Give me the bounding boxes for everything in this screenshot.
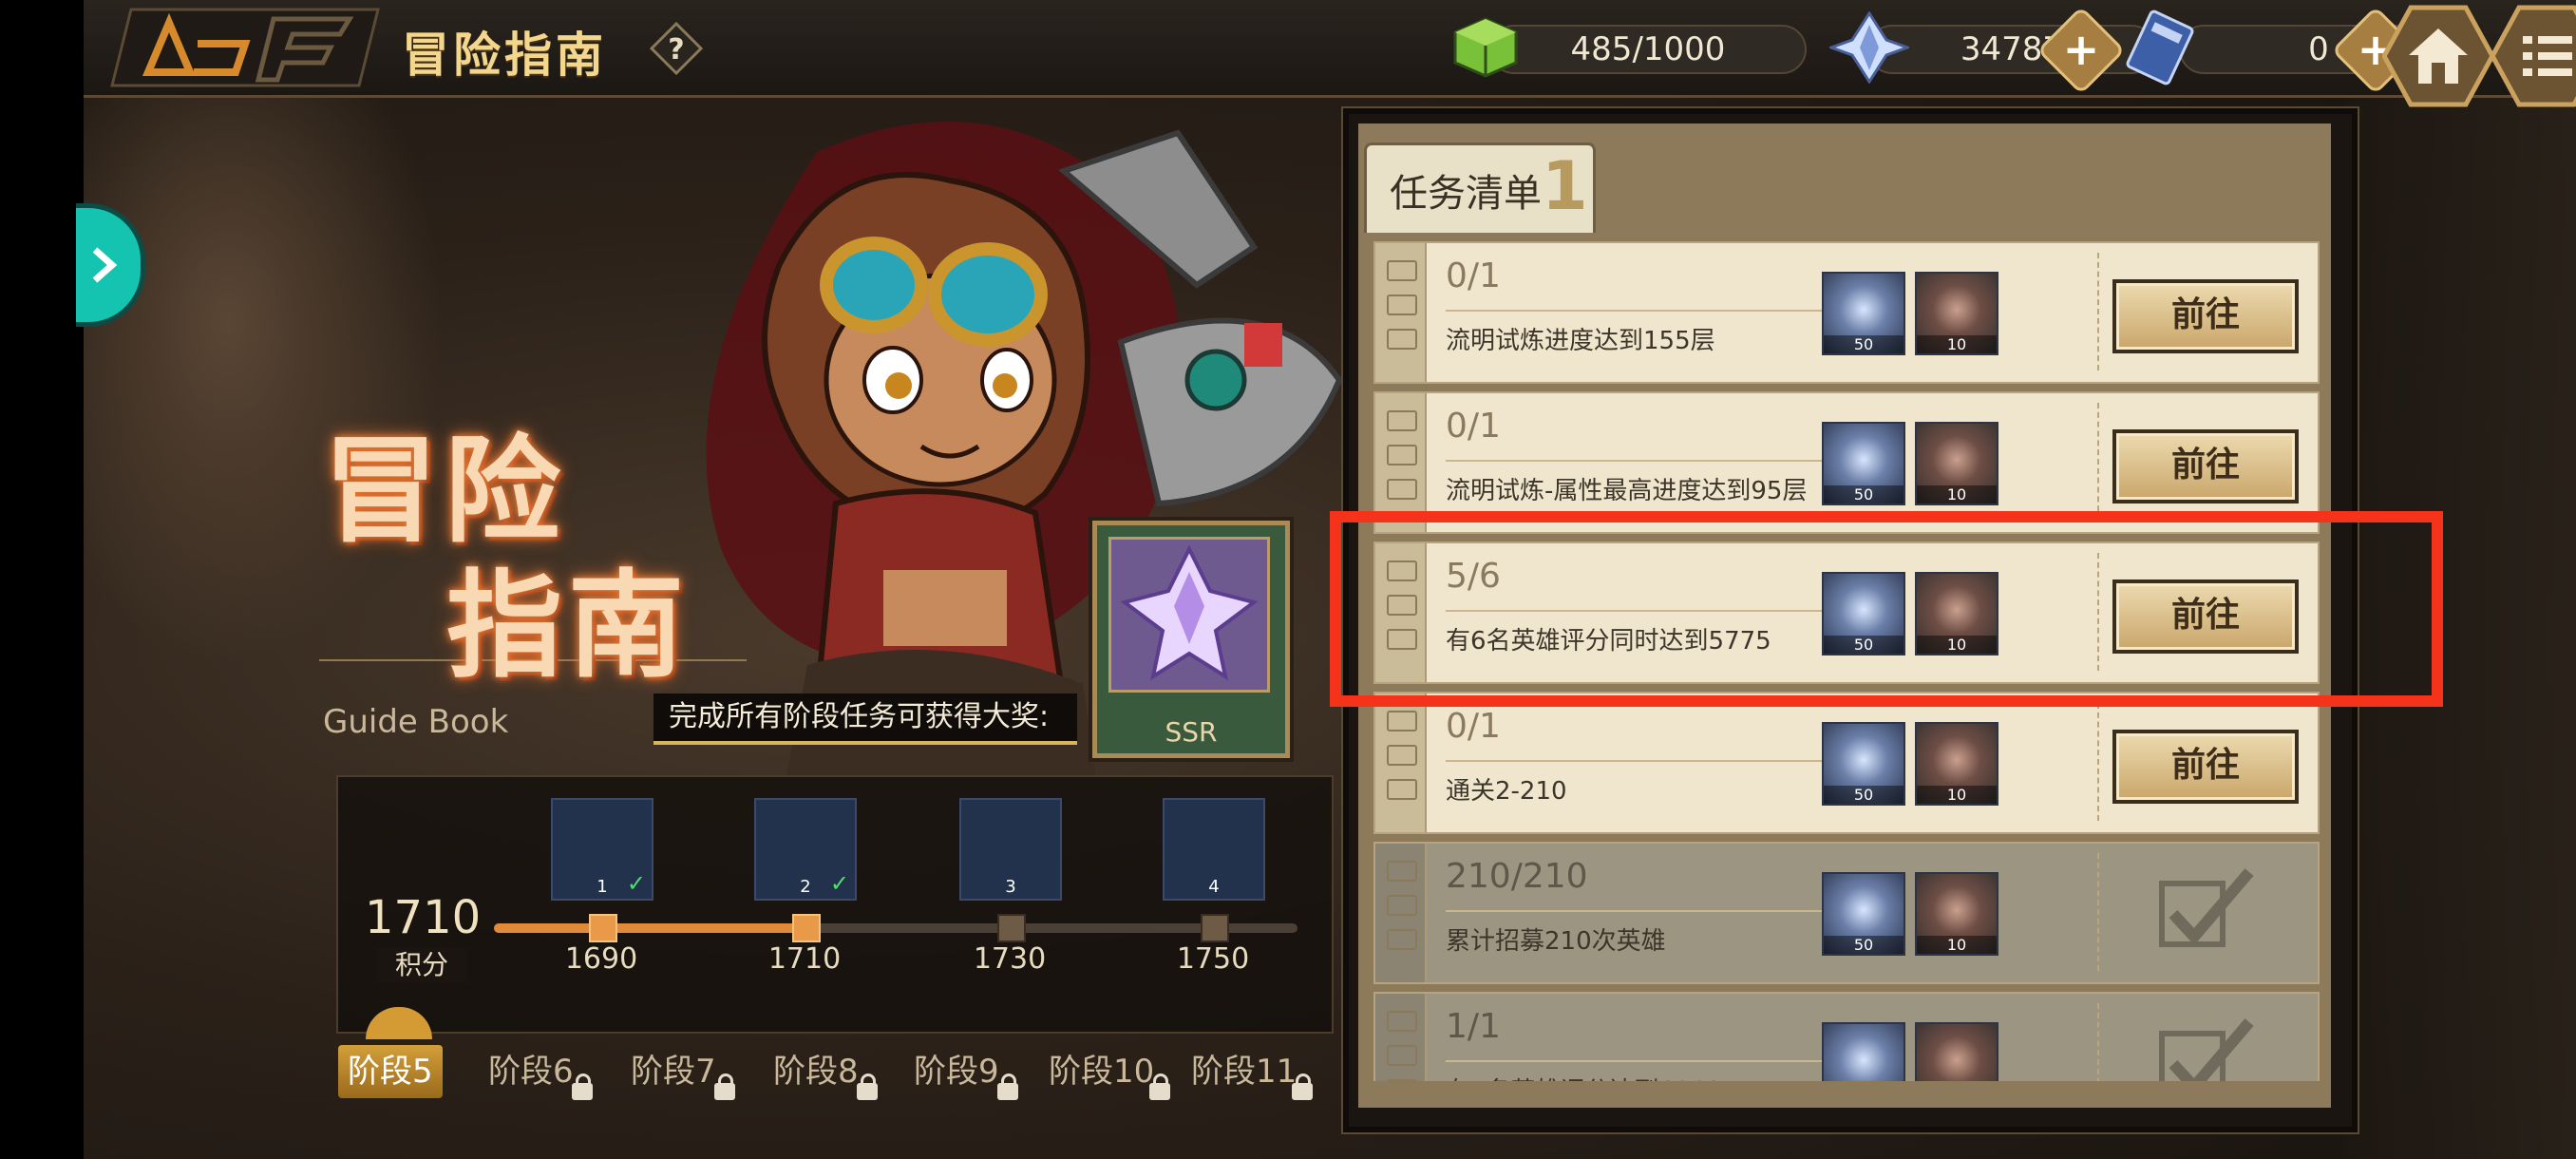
task-description: 通关2-210	[1446, 777, 1567, 806]
tab-stage-6[interactable]: 阶段6	[488, 1045, 574, 1098]
task-progress: 0/1	[1446, 407, 1501, 446]
task-separator	[2097, 1003, 2099, 1081]
recruit-ticket-icon	[2122, 10, 2198, 89]
milestone-reward-4[interactable]: 4	[1163, 798, 1265, 901]
task-progress: 0/1	[1446, 707, 1501, 746]
top-bar: 冒险指南 ? 485/1000 34787 + 0 +	[84, 0, 2576, 107]
guide-book-label: Guide Book	[323, 703, 509, 741]
task-row: 0/1 流明试炼进度达到155层 50 10 前往	[1373, 241, 2320, 384]
task-description: 有1名英雄评分达到6060	[1446, 1072, 1722, 1081]
go-button[interactable]: 前往	[2112, 429, 2299, 504]
crystal-reward-icon[interactable]: 50	[1822, 1022, 1905, 1081]
bag-reward-icon[interactable]: 10	[1915, 722, 1998, 806]
highlight-box	[1330, 511, 2443, 707]
progress-fill	[494, 923, 800, 933]
stage-score-label: 积分	[376, 948, 467, 982]
task-separator	[2097, 403, 2099, 521]
milestone-value-3: 1730	[973, 942, 1047, 976]
completed-check-icon	[2159, 868, 2254, 947]
task-separator	[2097, 253, 2099, 370]
stage-score: 1710	[365, 891, 482, 944]
task-description: 累计招募210次英雄	[1446, 927, 1666, 956]
bag-reward-icon[interactable]: 10	[1915, 272, 1998, 355]
energy-value: 485/1000	[1489, 25, 1807, 74]
energy-cube-icon	[1451, 15, 1520, 84]
milestone-node-2	[792, 914, 821, 942]
bag-reward-icon[interactable]: 10	[1915, 872, 1998, 956]
task-row-deco	[1375, 994, 1427, 1081]
home-button[interactable]	[2381, 4, 2495, 108]
tab-stage-5[interactable]: 阶段5	[338, 1045, 443, 1098]
task-row: 1/1 有1名英雄评分达到6060 50 10	[1373, 992, 2320, 1081]
tab-stage-8[interactable]: 阶段8	[773, 1045, 859, 1098]
menu-button[interactable]	[2490, 4, 2576, 108]
task-row-deco	[1375, 243, 1427, 382]
grand-prize-label: SSR	[1165, 716, 1218, 748]
chevron-right-icon	[92, 247, 118, 283]
background-glow	[84, 95, 445, 665]
stage-tabs: 阶段5 阶段6 阶段7 阶段8 阶段9 阶段10 阶段11	[336, 1032, 1330, 1104]
task-description: 流明试炼进度达到155层	[1446, 327, 1715, 355]
task-divider	[1446, 310, 1826, 312]
task-divider	[1446, 1060, 1826, 1062]
grand-prize-card[interactable]: SSR	[1092, 521, 1290, 758]
crystal-reward-icon[interactable]: 50	[1822, 272, 1905, 355]
tab-stage-10[interactable]: 阶段10	[1049, 1045, 1154, 1098]
milestone-reward-2[interactable]: 2 ✓	[754, 798, 857, 901]
grand-prize-crystal-icon	[1108, 537, 1270, 693]
task-description: 流明试炼-属性最高进度达到95层	[1446, 477, 1808, 505]
page-title: 冒险指南	[402, 28, 607, 83]
milestone-value-4: 1750	[1176, 942, 1250, 976]
lock-icon	[1292, 1074, 1313, 1100]
menu-icon	[2523, 36, 2572, 76]
hero-title-line2: 指南	[446, 559, 690, 694]
task-divider	[1446, 760, 1826, 762]
lock-icon	[1149, 1074, 1170, 1100]
task-progress: 1/1	[1446, 1007, 1501, 1046]
crystal-icon	[1827, 10, 1912, 87]
tab-stage-7[interactable]: 阶段7	[631, 1045, 716, 1098]
crystal-reward-icon[interactable]: 50	[1822, 422, 1905, 505]
task-progress: 210/210	[1446, 857, 1588, 896]
milestone-node-4	[1201, 914, 1229, 942]
milestone-reward-3[interactable]: 3	[959, 798, 1062, 901]
task-separator	[2097, 853, 2099, 971]
milestone-node-1	[589, 914, 617, 942]
milestone-value-2: 1710	[767, 942, 842, 976]
task-separator	[2097, 703, 2099, 821]
check-icon: ✓	[626, 870, 646, 897]
tab-stage-11[interactable]: 阶段11	[1191, 1045, 1297, 1098]
check-icon: ✓	[829, 870, 849, 897]
task-row-deco	[1375, 844, 1427, 982]
tab-stage-9[interactable]: 阶段9	[914, 1045, 999, 1098]
lock-icon	[997, 1074, 1018, 1100]
help-icon[interactable]: ?	[649, 21, 704, 76]
task-divider	[1446, 910, 1826, 912]
bag-reward-icon[interactable]: 10	[1915, 422, 1998, 505]
task-row: 0/1 通关2-210 50 10 前往	[1373, 692, 2320, 834]
game-logo	[103, 6, 388, 89]
task-divider	[1446, 460, 1826, 462]
task-list-tab-label: 任务清单	[1390, 172, 1542, 216]
milestone-reward-1[interactable]: 1 ✓	[551, 798, 653, 901]
energy-resource: 485/1000	[1451, 15, 1812, 80]
lock-icon	[572, 1074, 593, 1100]
lock-icon	[857, 1074, 878, 1100]
task-row: 210/210 累计招募210次英雄 50 10	[1373, 842, 2320, 984]
go-button[interactable]: 前往	[2112, 279, 2299, 353]
crystal-reward-icon[interactable]: 50	[1822, 722, 1905, 806]
lock-icon	[714, 1074, 735, 1100]
task-list-tab-number: 1	[1542, 147, 1588, 225]
milestone-node-3	[997, 914, 1026, 942]
completed-check-icon	[2159, 1018, 2254, 1081]
go-button[interactable]: 前往	[2112, 730, 2299, 804]
bag-reward-icon[interactable]: 10	[1915, 1022, 1998, 1081]
crystal-reward-icon[interactable]: 50	[1822, 872, 1905, 956]
svg-text:?: ?	[668, 33, 684, 66]
task-list-tab[interactable]: 任务清单 1	[1364, 142, 1596, 233]
task-row-deco	[1375, 694, 1427, 832]
milestone-value-1: 1690	[564, 942, 638, 976]
task-progress: 0/1	[1446, 256, 1501, 295]
grand-prize-banner: 完成所有阶段任务可获得大奖:	[653, 694, 1077, 745]
